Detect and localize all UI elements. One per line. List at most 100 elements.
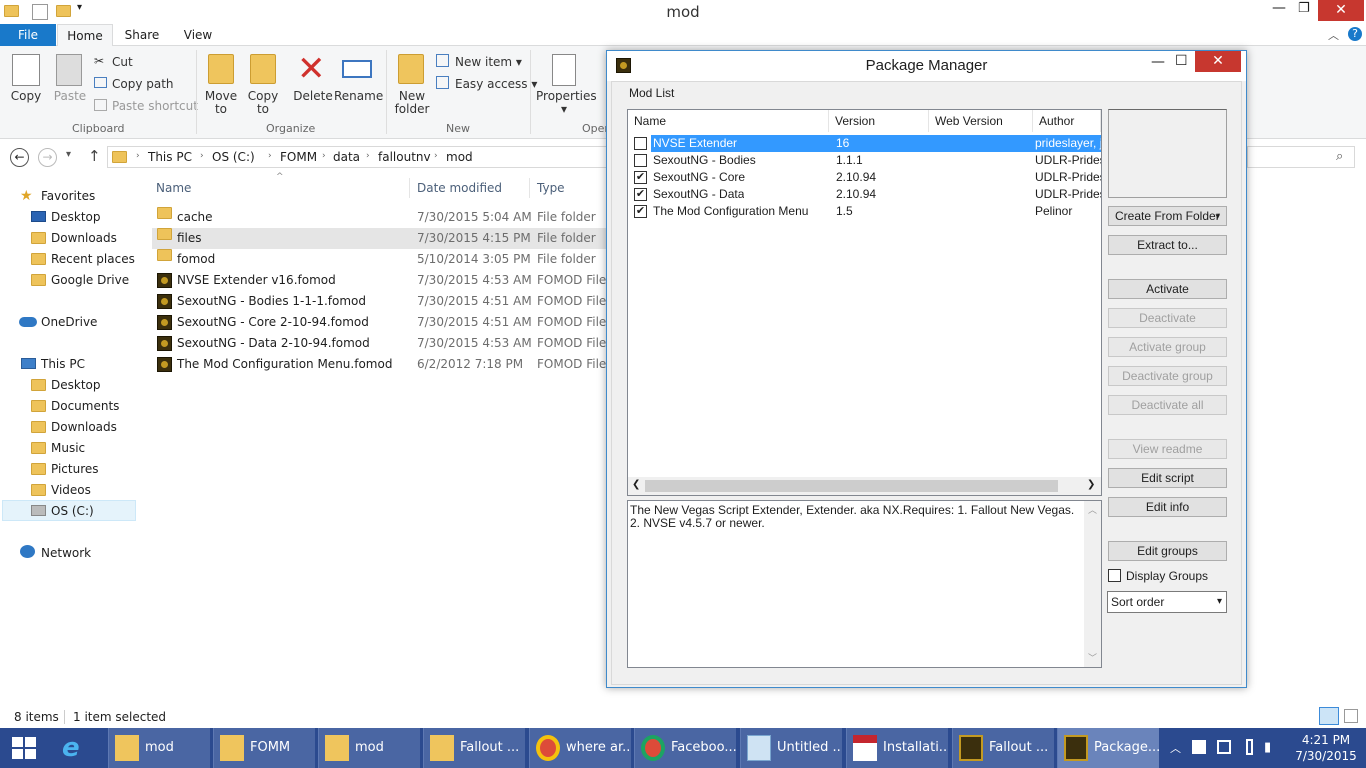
- rename-button[interactable]: Rename: [334, 90, 383, 103]
- mod-list-tab[interactable]: Mod List: [629, 86, 674, 100]
- large-icons-view-icon[interactable]: [1344, 709, 1358, 723]
- scroll-left-icon[interactable]: ❮: [632, 479, 640, 490]
- mod-checkbox[interactable]: ✔: [634, 188, 647, 201]
- activate-button[interactable]: Activate: [1108, 279, 1227, 299]
- new-item-button[interactable]: New item ▾: [455, 55, 522, 69]
- sort-order-select[interactable]: Sort order ▾: [1107, 591, 1227, 613]
- activate-group-button[interactable]: Activate group: [1108, 337, 1227, 357]
- mod-description-box[interactable]: The New Vegas Script Extender, Extender.…: [627, 500, 1102, 668]
- mod-column-name[interactable]: Name: [628, 110, 829, 132]
- paste-shortcut-button[interactable]: Paste shortcut: [112, 99, 198, 113]
- mod-row[interactable]: ✔ SexoutNG - Data 2.10.94 UDLR-Pridesl: [629, 186, 1101, 203]
- up-button[interactable]: ↑: [88, 147, 101, 165]
- nav-item-google-drive[interactable]: Google Drive: [51, 273, 129, 287]
- vertical-scrollbar[interactable]: ︿ ﹀: [1084, 501, 1101, 667]
- cut-button[interactable]: Cut: [112, 55, 133, 69]
- edit-info-button[interactable]: Edit info: [1108, 497, 1227, 517]
- file-row[interactable]: The Mod Configuration Menu.fomod 6/2/201…: [152, 354, 607, 375]
- column-header-name[interactable]: Name: [156, 181, 191, 195]
- taskbar-item-chrome-facebook[interactable]: Faceboo...: [634, 728, 736, 768]
- mod-checkbox[interactable]: [634, 154, 647, 167]
- mod-column-web-version[interactable]: Web Version: [929, 110, 1033, 132]
- mod-row-selected[interactable]: NVSE Extender 16 prideslayer, ja: [629, 135, 1101, 152]
- file-row-selected[interactable]: files 7/30/2015 4:15 PM File folder: [152, 228, 607, 249]
- new-folder-button[interactable]: New folder: [392, 90, 432, 116]
- copy-to-button[interactable]: Copy to: [244, 90, 282, 116]
- maximize-button[interactable]: ❐: [1298, 1, 1310, 16]
- recent-locations-icon[interactable]: ▾: [66, 149, 71, 160]
- nav-network[interactable]: Network: [41, 546, 91, 560]
- nav-this-pc[interactable]: This PC: [41, 357, 85, 371]
- deactivate-all-button[interactable]: Deactivate all: [1108, 395, 1227, 415]
- help-icon[interactable]: ?: [1348, 27, 1362, 41]
- file-row[interactable]: SexoutNG - Data 2-10-94.fomod 7/30/2015 …: [152, 333, 607, 354]
- internet-explorer-icon[interactable]: e: [62, 734, 80, 762]
- edit-script-button[interactable]: Edit script: [1108, 468, 1227, 488]
- nav-item-pictures[interactable]: Pictures: [51, 462, 99, 476]
- extract-to-button[interactable]: Extract to...: [1108, 235, 1227, 255]
- scroll-up-icon[interactable]: ︿: [1088, 503, 1097, 516]
- tab-share[interactable]: Share: [118, 24, 166, 46]
- taskbar-item-untitled[interactable]: Untitled ...: [740, 728, 842, 768]
- paste-button[interactable]: Paste: [50, 90, 90, 103]
- mod-row[interactable]: ✔ The Mod Configuration Menu 1.5 Pelinor: [629, 203, 1101, 220]
- view-readme-button[interactable]: View readme: [1108, 439, 1227, 459]
- mod-row[interactable]: ✔ SexoutNG - Core 2.10.94 UDLR-Pridesl: [629, 169, 1101, 186]
- minimize-button[interactable]: —: [1272, 0, 1286, 16]
- breadcrumb-item[interactable]: mod: [446, 150, 473, 164]
- show-hidden-icons[interactable]: ︿: [1170, 740, 1181, 756]
- delete-button[interactable]: Delete: [292, 90, 334, 103]
- action-center-icon[interactable]: [1192, 740, 1206, 754]
- deactivate-button[interactable]: Deactivate: [1108, 308, 1227, 328]
- tab-file[interactable]: File: [0, 24, 56, 46]
- battery-icon[interactable]: [1246, 739, 1253, 755]
- column-header-type[interactable]: Type: [537, 181, 565, 195]
- deactivate-group-button[interactable]: Deactivate group: [1108, 366, 1227, 386]
- file-row[interactable]: SexoutNG - Bodies 1-1-1.fomod 7/30/2015 …: [152, 291, 607, 312]
- pm-maximize-button[interactable]: ☐: [1175, 53, 1188, 69]
- file-row[interactable]: SexoutNG - Core 2-10-94.fomod 7/30/2015 …: [152, 312, 607, 333]
- mod-checkbox[interactable]: [634, 137, 647, 150]
- nav-item-desktop[interactable]: Desktop: [51, 210, 101, 224]
- taskbar-item-mod[interactable]: mod: [318, 728, 420, 768]
- clock[interactable]: 4:21 PM 7/30/2015: [1290, 732, 1362, 764]
- nav-item-documents[interactable]: Documents: [51, 399, 119, 413]
- display-icon[interactable]: [1217, 740, 1231, 754]
- copy-path-button[interactable]: Copy path: [112, 77, 174, 91]
- pm-minimize-button[interactable]: —: [1151, 54, 1165, 70]
- file-row[interactable]: fomod 5/10/2014 3:05 PM File folder: [152, 249, 607, 270]
- breadcrumb-item[interactable]: This PC: [148, 150, 192, 164]
- mod-list-view[interactable]: Name Version Web Version Author NVSE Ext…: [627, 109, 1102, 496]
- taskbar-item-chrome[interactable]: where ar...: [529, 728, 631, 768]
- breadcrumb-item[interactable]: falloutnv: [378, 150, 431, 164]
- mod-column-version[interactable]: Version: [829, 110, 929, 132]
- breadcrumb-item[interactable]: FOMM: [280, 150, 317, 164]
- nav-favorites[interactable]: Favorites: [41, 189, 95, 203]
- edit-groups-button[interactable]: Edit groups: [1108, 541, 1227, 561]
- taskbar-item-fallout-fomm[interactable]: Fallout ...: [952, 728, 1054, 768]
- breadcrumb-item[interactable]: OS (C:): [212, 150, 255, 164]
- file-row[interactable]: cache 7/30/2015 5:04 AM File folder: [152, 207, 607, 228]
- easy-access-button[interactable]: Easy access ▾: [455, 77, 537, 91]
- pm-close-button[interactable]: ✕: [1195, 51, 1241, 72]
- nav-item-downloads[interactable]: Downloads: [51, 420, 117, 434]
- taskbar-item-fallout-folder[interactable]: Fallout ...: [423, 728, 525, 768]
- mod-checkbox[interactable]: ✔: [634, 171, 647, 184]
- display-groups-checkbox[interactable]: [1108, 569, 1121, 582]
- nav-item-music[interactable]: Music: [51, 441, 85, 455]
- scroll-down-icon[interactable]: ﹀: [1088, 651, 1097, 664]
- nav-item-os-c[interactable]: OS (C:): [51, 504, 94, 518]
- taskbar-item-fomm[interactable]: FOMM: [213, 728, 315, 768]
- back-button[interactable]: ←: [10, 148, 29, 167]
- forward-button[interactable]: →: [38, 148, 57, 167]
- close-button[interactable]: ✕: [1318, 0, 1364, 21]
- details-view-icon[interactable]: [1319, 707, 1339, 725]
- move-to-button[interactable]: Move to: [202, 90, 240, 116]
- nav-onedrive[interactable]: OneDrive: [41, 315, 97, 329]
- file-row[interactable]: NVSE Extender v16.fomod 7/30/2015 4:53 A…: [152, 270, 607, 291]
- mod-row[interactable]: SexoutNG - Bodies 1.1.1 UDLR-Pridesl: [629, 152, 1101, 169]
- search-input[interactable]: ⌕: [1247, 146, 1355, 168]
- nav-item-videos[interactable]: Videos: [51, 483, 91, 497]
- signal-icon[interactable]: ▮: [1264, 740, 1271, 755]
- nav-item-downloads[interactable]: Downloads: [51, 231, 117, 245]
